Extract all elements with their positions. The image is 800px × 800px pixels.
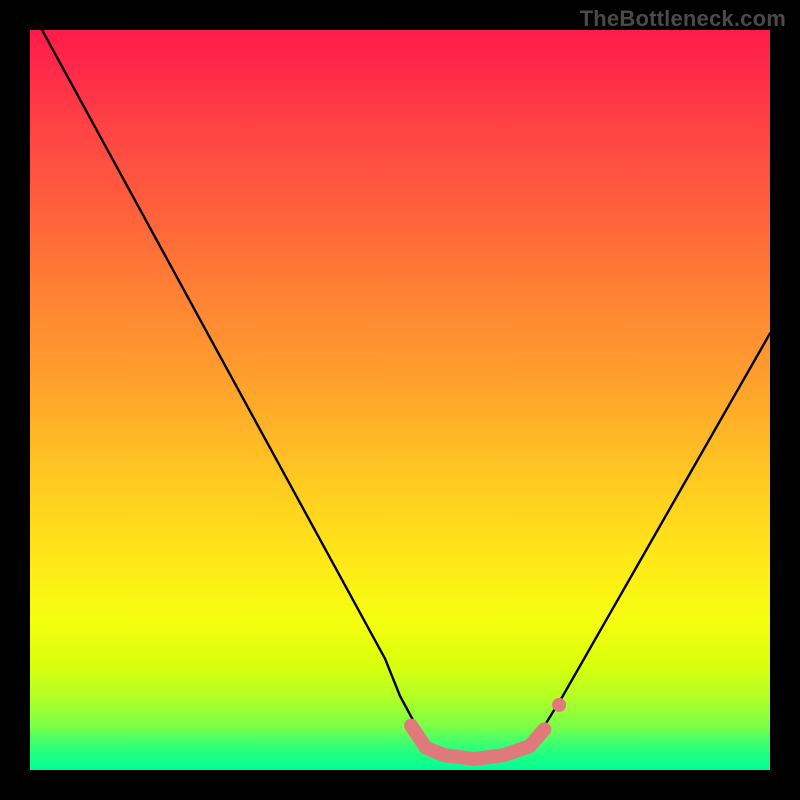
chart-container: TheBottleneck.com — [0, 0, 800, 800]
highlight-dot — [552, 698, 566, 712]
watermark-text: TheBottleneck.com — [580, 6, 786, 32]
main-curve — [30, 8, 770, 755]
curve-layer — [30, 30, 770, 770]
highlight-segment — [411, 726, 544, 759]
plot-area — [30, 30, 770, 770]
